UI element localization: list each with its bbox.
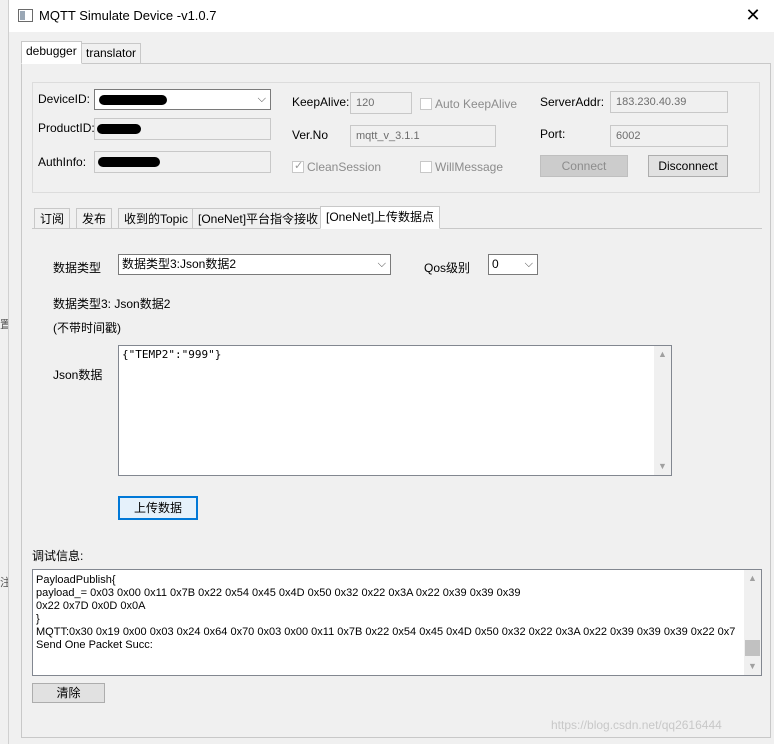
tab-debugger[interactable]: debugger [21, 41, 82, 64]
log-line: } [36, 613, 40, 625]
json-data-value: {"TEMP2":"999"} [122, 348, 222, 361]
debug-log[interactable]: PayloadPublish{ payload_= 0x03 0x00 0x11… [32, 569, 762, 676]
debugger-panel: DeviceID: ⌵ ProductID: AuthInfo: KeepAli… [21, 63, 771, 738]
scroll-thumb[interactable] [745, 640, 760, 656]
upload-data-button[interactable]: 上传数据 [118, 496, 198, 520]
tab-received-topic[interactable]: 收到的Topic [118, 208, 195, 229]
clear-button[interactable]: 清除 [32, 683, 105, 703]
auth-info-label: AuthInfo: [38, 155, 87, 169]
watermark: https://blog.csdn.net/qq2616444 [551, 718, 722, 732]
connect-button[interactable]: Connect [540, 155, 628, 177]
connection-group: DeviceID: ⌵ ProductID: AuthInfo: KeepAli… [32, 82, 760, 193]
close-button[interactable]: ✕ [731, 0, 774, 32]
app-window-icon [18, 9, 33, 22]
will-message-label: WillMessage [435, 160, 504, 174]
server-addr-field[interactable]: 183.230.40.39 [610, 91, 728, 113]
chevron-down-icon: ⌵ [257, 93, 266, 105]
auto-keepalive-label: Auto KeepAlive [435, 97, 518, 111]
log-line: payload_= 0x03 0x00 0x11 0x7B 0x22 0x54 … [36, 587, 521, 599]
device-id-label: DeviceID: [38, 92, 91, 106]
qos-label: Qos级别 [424, 261, 471, 275]
log-line: 0x22 0x7D 0x0D 0x0A [36, 600, 146, 612]
disconnect-button[interactable]: Disconnect [648, 155, 728, 177]
debug-info-label: 调试信息: [32, 549, 84, 563]
window-title: MQTT Simulate Device -v1.0.7 [39, 8, 217, 23]
debug-log-content: PayloadPublish{ payload_= 0x03 0x00 0x11… [36, 574, 736, 652]
json-data-input[interactable]: {"TEMP2":"999"} ▲ ▼ [118, 345, 672, 476]
data-type-value: 数据类型3:Json数据2 [122, 257, 237, 271]
redacted-mark [97, 124, 141, 134]
tab-publish[interactable]: 发布 [76, 208, 113, 229]
data-type-label: 数据类型 [53, 261, 102, 275]
chevron-down-icon: ⌵ [377, 258, 386, 270]
scroll-down-icon[interactable]: ▼ [744, 658, 761, 675]
app-window: MQTT Simulate Device -v1.0.7 ✕ debugger … [8, 0, 774, 744]
product-id-field[interactable] [94, 118, 271, 140]
clean-session-label: CleanSession [307, 160, 382, 174]
tab-translator[interactable]: translator [81, 43, 142, 64]
auth-info-field[interactable] [94, 151, 271, 173]
product-id-label: ProductID: [38, 121, 95, 135]
tab-onenet-command[interactable]: [OneNet]平台指令接收 [192, 208, 325, 229]
log-line: Send One Packet Succ: [36, 639, 153, 651]
version-label: Ver.No [292, 128, 329, 142]
log-line: MQTT:0x30 0x19 0x00 0x03 0x24 0x64 0x70 … [36, 626, 736, 638]
qos-value: 0 [492, 257, 499, 271]
device-id-select[interactable]: ⌵ [94, 89, 271, 110]
background-window-edge [0, 0, 8, 744]
data-type-select[interactable]: 数据类型3:Json数据2 ⌵ [118, 254, 391, 275]
timestamp-note: (不带时间戳) [53, 321, 121, 335]
redacted-mark [98, 157, 160, 167]
title-bar: MQTT Simulate Device -v1.0.7 ✕ [9, 0, 774, 32]
log-line: PayloadPublish{ [36, 574, 116, 586]
tab-subscribe[interactable]: 订阅 [34, 208, 71, 229]
scroll-up-icon[interactable]: ▲ [654, 346, 671, 363]
scroll-down-icon[interactable]: ▼ [654, 458, 671, 475]
background-fragment: 置 [0, 319, 8, 331]
tab-onenet-upload[interactable]: [OneNet]上传数据点 [320, 206, 441, 229]
clean-session-checkbox[interactable] [292, 159, 304, 173]
port-field[interactable]: 6002 [610, 125, 728, 147]
json-data-label: Json数据 [53, 368, 103, 382]
redacted-mark [99, 95, 167, 105]
json-scrollbar[interactable]: ▲ ▼ [654, 346, 671, 475]
close-icon: ✕ [745, 5, 761, 25]
qos-select[interactable]: 0 ⌵ [488, 254, 538, 275]
log-scrollbar[interactable]: ▲ ▼ [744, 570, 761, 675]
port-label: Port: [540, 127, 566, 141]
server-addr-label: ServerAddr: [540, 95, 605, 109]
upload-panel: 数据类型 数据类型3:Json数据2 ⌵ Qos级别 0 ⌵ 数据类型3: Js… [32, 228, 762, 543]
chevron-down-icon: ⌵ [524, 258, 533, 270]
background-fragment: 注 [0, 577, 8, 589]
auto-keepalive-checkbox[interactable] [420, 98, 432, 110]
will-message-checkbox[interactable] [420, 161, 432, 173]
keepalive-field[interactable]: 120 [350, 92, 412, 114]
scroll-up-icon[interactable]: ▲ [744, 570, 761, 587]
data-type-description: 数据类型3: Json数据2 [53, 297, 171, 311]
keepalive-label: KeepAlive: [292, 95, 350, 109]
version-field[interactable]: mqtt_v_3.1.1 [350, 125, 496, 147]
